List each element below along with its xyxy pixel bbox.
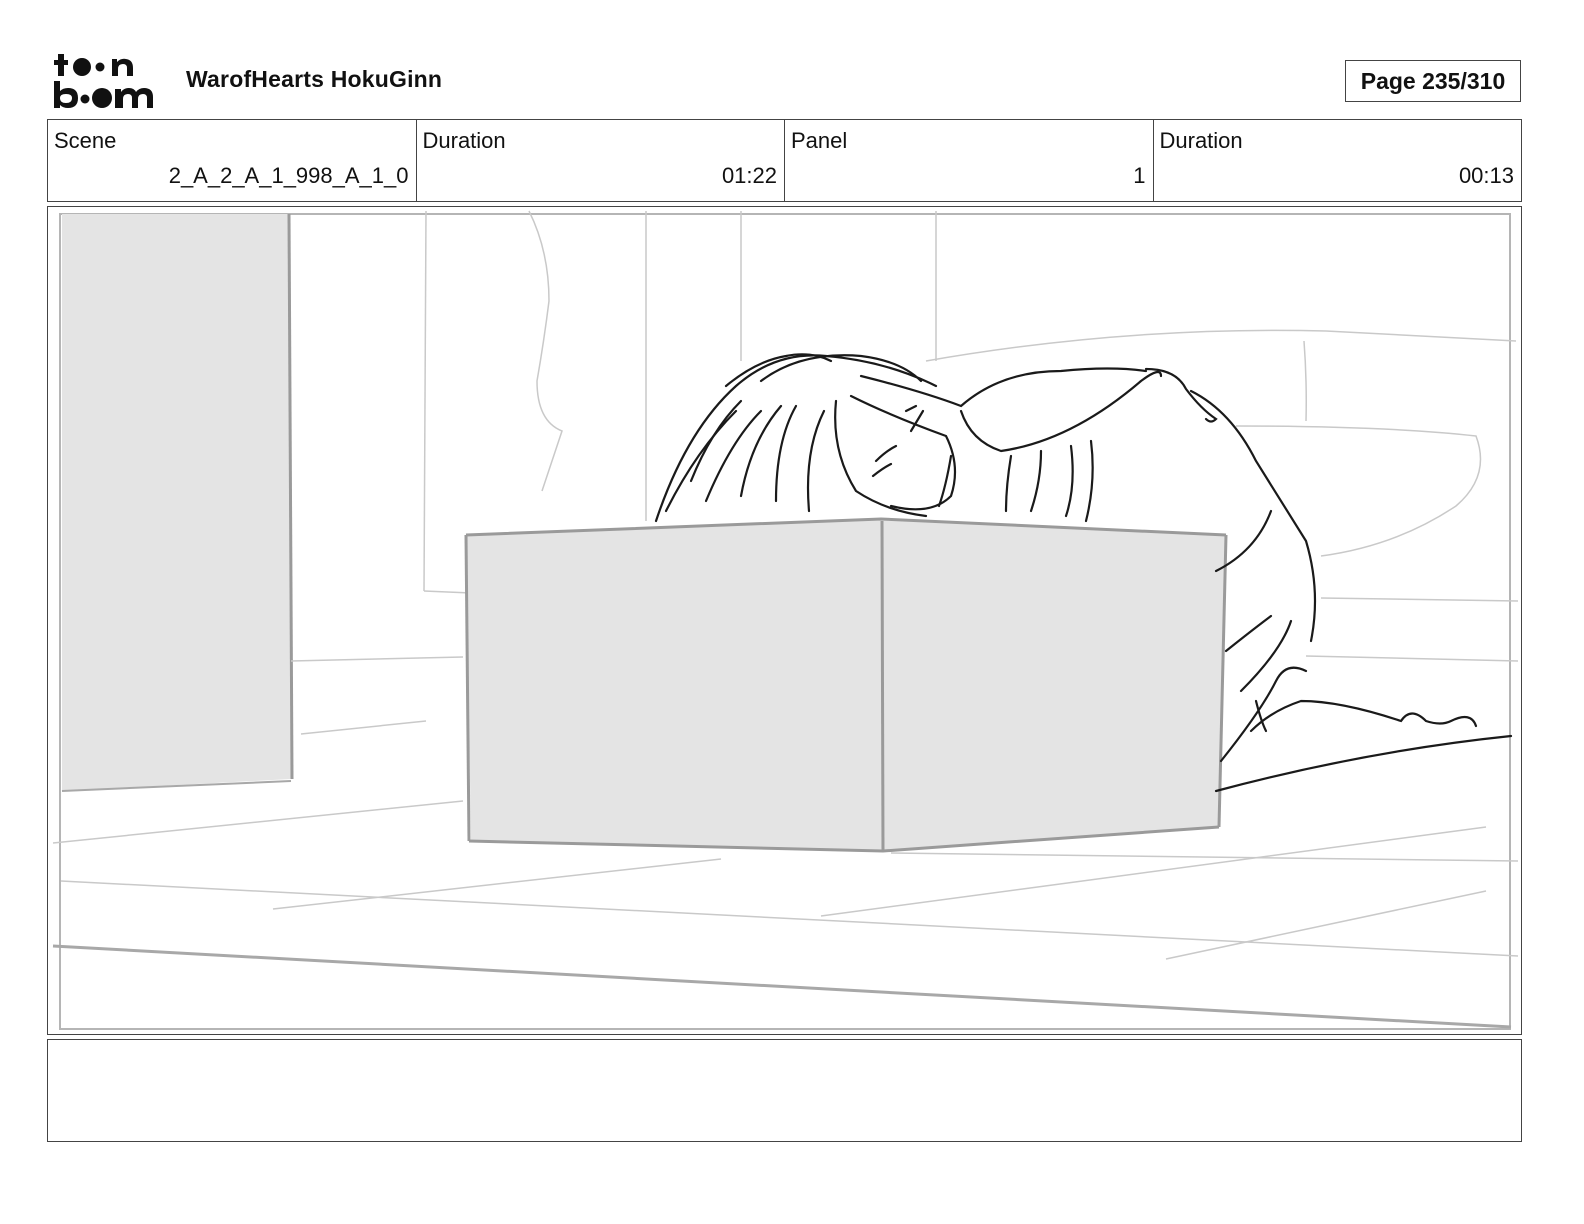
scene-duration-value: 01:22 <box>721 163 777 188</box>
panel-duration-label: Duration <box>1159 128 1243 153</box>
toon-boom-logo <box>54 54 153 108</box>
panel-duration-value: 00:13 <box>1458 163 1514 188</box>
page-label: Page 235/310 <box>1360 67 1506 94</box>
panel-label: Panel <box>791 128 848 153</box>
project-title: WarofHearts HokuGinn <box>186 66 443 92</box>
scene-value: 2_A_2_A_1_998_A_1_0 <box>168 163 409 188</box>
info-table: Scene 2_A_2_A_1_998_A_1_0 Duration 01:22… <box>47 119 1522 202</box>
panel-duration-cell: Duration 00:13 <box>1154 120 1522 201</box>
scene-duration-label: Duration <box>422 128 506 153</box>
panel-cell: Panel 1 <box>785 120 1154 201</box>
scene-label: Scene <box>54 128 117 153</box>
scene-cell: Scene 2_A_2_A_1_998_A_1_0 <box>48 120 417 201</box>
panel-value: 1 <box>1133 163 1146 188</box>
storyboard-panel <box>47 206 1522 1035</box>
panel-sketch <box>52 210 1519 1030</box>
notes-box <box>47 1039 1522 1142</box>
scene-duration-cell: Duration 01:22 <box>417 120 785 201</box>
page-indicator: Page 235/310 <box>1345 60 1521 102</box>
